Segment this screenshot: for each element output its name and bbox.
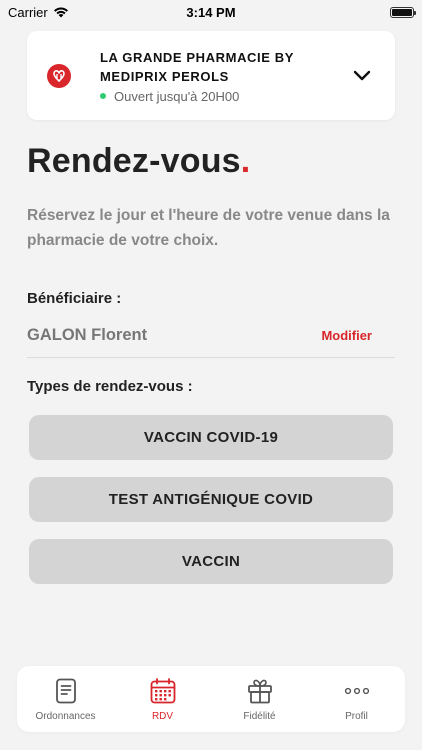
page-title-text: Rendez-vous <box>27 142 241 180</box>
status-bar: Carrier 3:14 PM <box>0 0 422 24</box>
tab-ordonnances-label: Ordonnances <box>35 710 96 722</box>
page-title: Rendez-vous. <box>27 142 250 181</box>
beneficiary-name: GALON Florent <box>27 326 148 344</box>
open-status-dot <box>100 93 106 99</box>
tab-profil[interactable]: Profil <box>312 677 402 722</box>
pharmacy-selector[interactable]: LA GRANDE PHARMACIE BY MEDIPRIX PEROLS O… <box>27 31 395 120</box>
tab-rdv[interactable]: RDV <box>118 677 208 722</box>
calendar-icon <box>150 677 176 705</box>
status-right <box>390 6 416 18</box>
modify-beneficiary-link[interactable]: Modifier <box>321 328 372 343</box>
battery-icon <box>390 6 416 18</box>
pharmacy-info: LA GRANDE PHARMACIE BY MEDIPRIX PEROLS O… <box>100 48 349 104</box>
beneficiary-row: GALON Florent Modifier <box>27 318 395 358</box>
appointment-type-vaccine-button[interactable]: VACCIN <box>29 539 393 584</box>
page-subtitle: Réservez le jour et l'heure de votre ven… <box>27 207 390 249</box>
appointment-type-covid-vaccine-button[interactable]: VACCIN COVID-19 <box>29 415 393 460</box>
tab-profil-label: Profil <box>345 710 368 722</box>
appointment-type-antigen-test-button[interactable]: TEST ANTIGÉNIQUE COVID <box>29 477 393 522</box>
prescription-icon <box>53 677 79 705</box>
status-time: 3:14 PM <box>186 4 236 20</box>
pharmacy-status: Ouvert jusqu'à 20H00 <box>100 89 349 104</box>
appointment-types-label: Types de rendez-vous : <box>27 378 193 395</box>
page-title-dot: . <box>240 142 251 180</box>
tab-fidelite-label: Fidélité <box>243 710 276 722</box>
tab-ordonnances[interactable]: Ordonnances <box>21 677 111 722</box>
pharmacy-logo-icon <box>47 63 71 88</box>
tab-rdv-label: RDV <box>151 710 174 722</box>
beneficiary-label: Bénéficiaire : <box>27 290 122 307</box>
tab-fidelite[interactable]: Fidélité <box>215 677 305 722</box>
gift-icon <box>247 677 273 705</box>
more-dots-icon <box>344 677 370 705</box>
bottom-tab-bar: Ordonnances RDV Fidélité Profil <box>17 666 405 732</box>
chevron-down-icon[interactable] <box>349 63 375 89</box>
opening-hours-text: Ouvert jusqu'à 20H00 <box>114 88 240 104</box>
pharmacy-name: LA GRANDE PHARMACIE BY MEDIPRIX PEROLS <box>100 49 294 84</box>
